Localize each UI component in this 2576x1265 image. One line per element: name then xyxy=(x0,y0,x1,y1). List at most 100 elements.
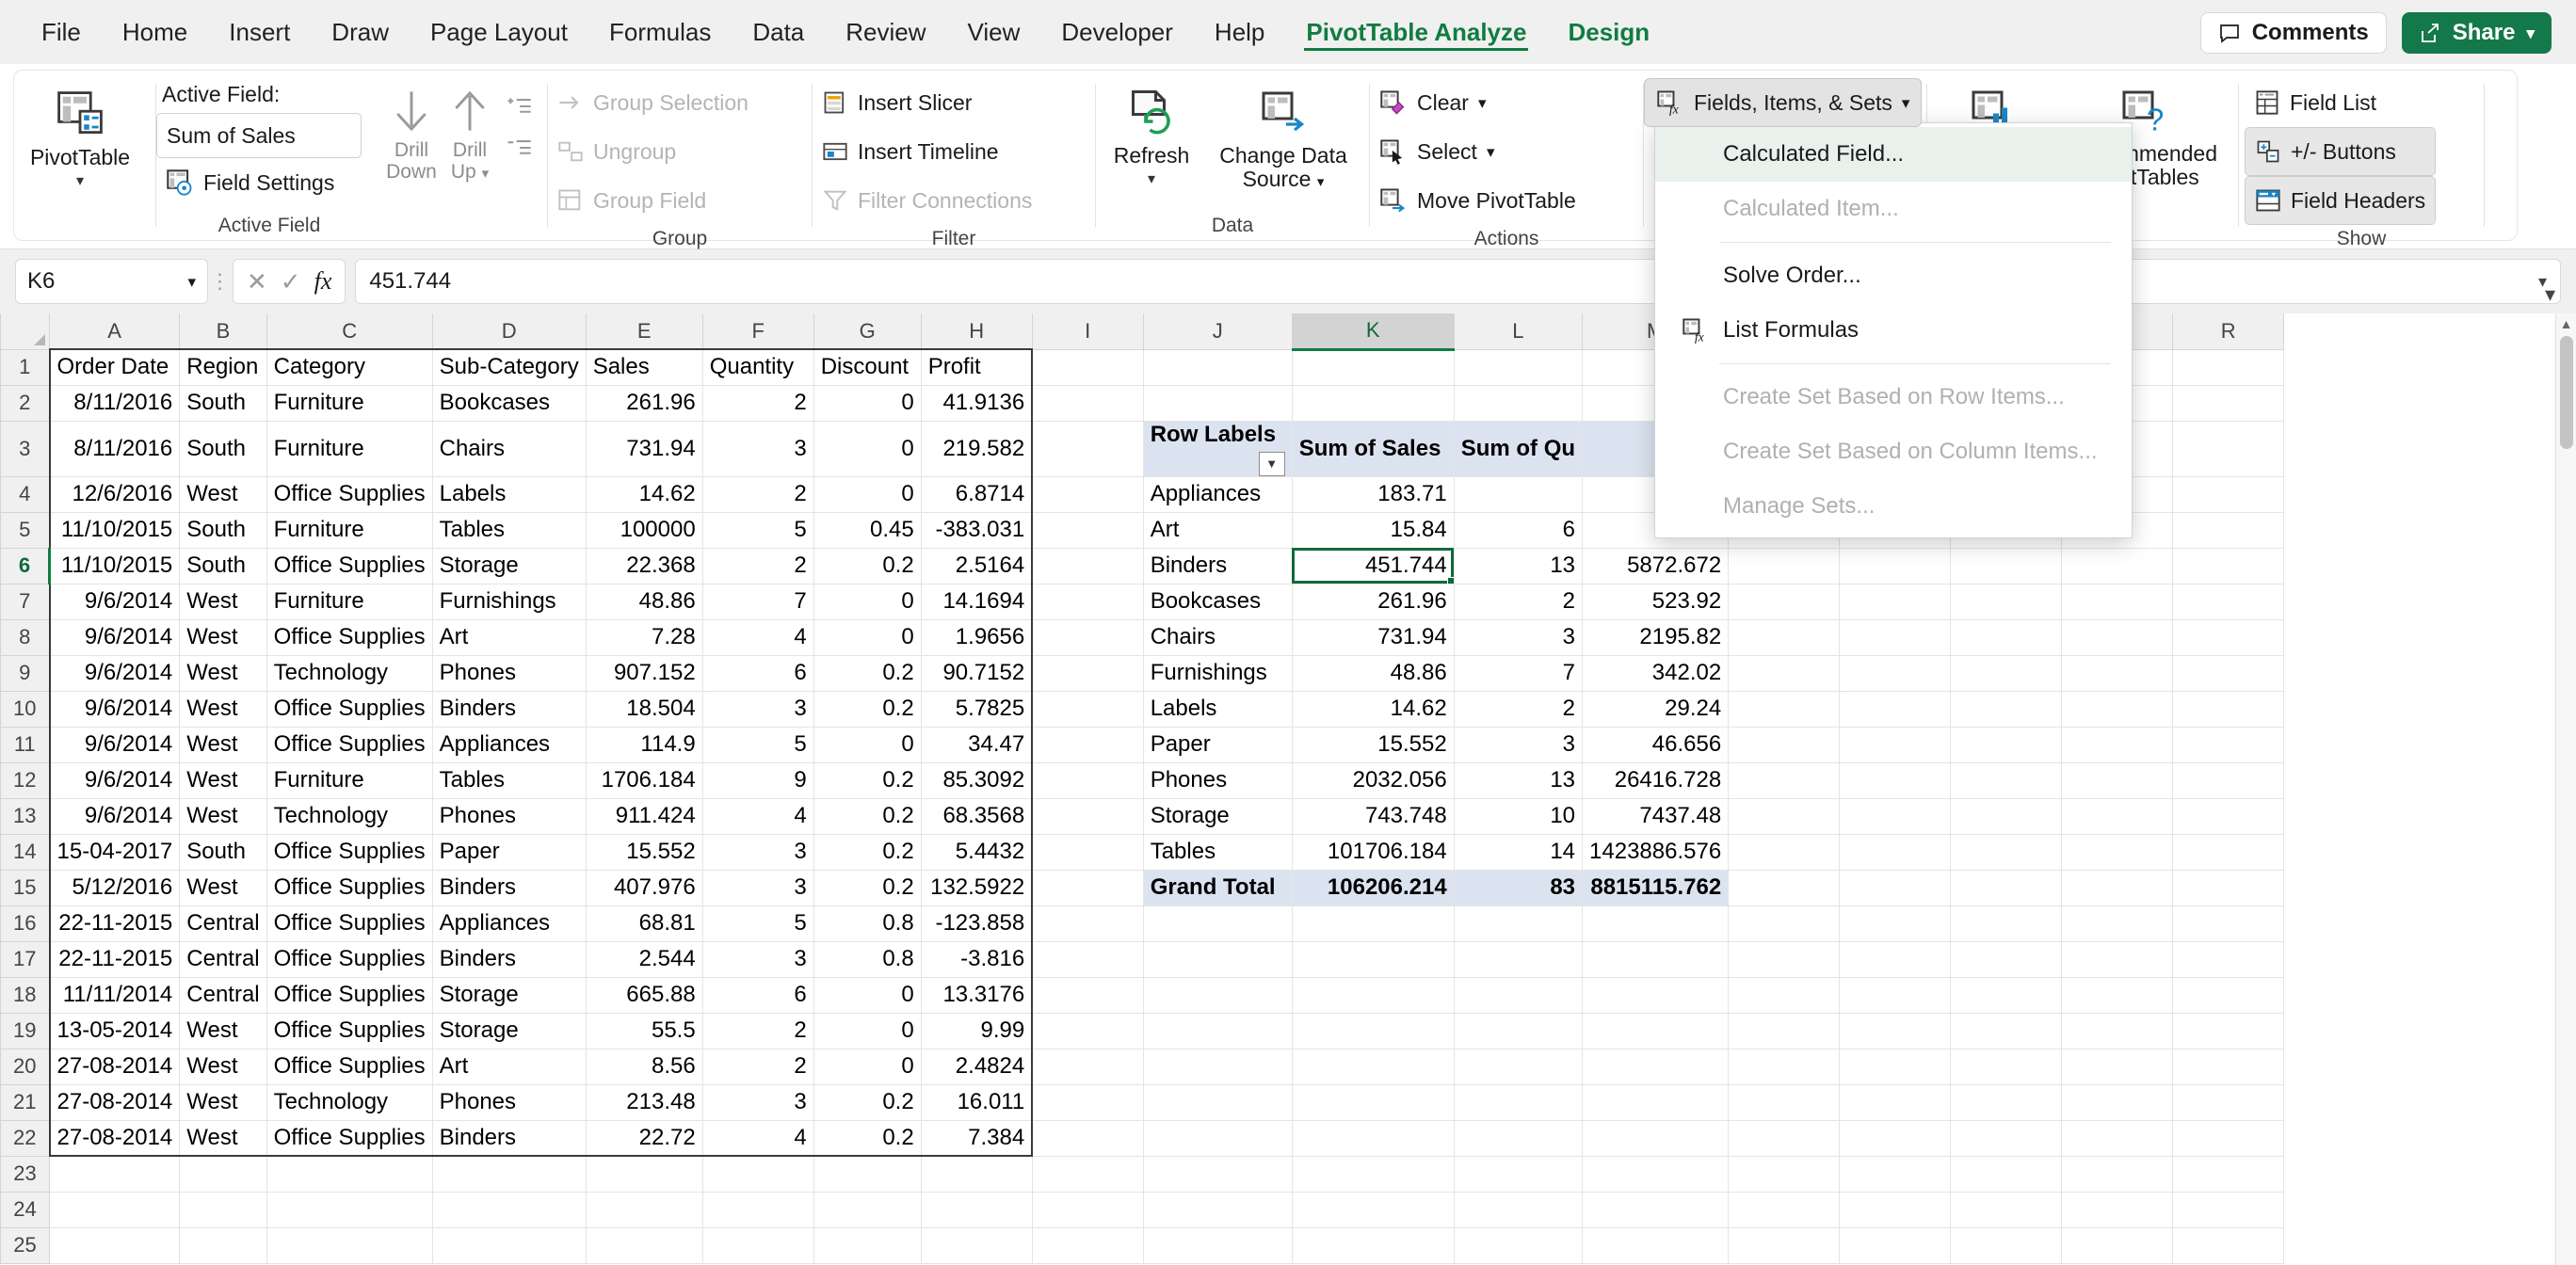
cell-M8[interactable]: 2195.82 xyxy=(1582,618,1730,656)
cell-K4[interactable]: 183.71 xyxy=(1291,475,1455,513)
cell-M12[interactable]: 26416.728 xyxy=(1582,761,1730,799)
cell-A2[interactable]: 8/11/2016 xyxy=(48,384,181,422)
cell-R13[interactable] xyxy=(2172,797,2285,835)
column-header-C[interactable]: C xyxy=(266,313,433,350)
cell-O21[interactable] xyxy=(1839,1083,1952,1121)
function-icon[interactable]: fx xyxy=(314,267,332,296)
cell-R2[interactable] xyxy=(2172,384,2285,422)
cell-F1[interactable]: Quantity xyxy=(701,348,814,386)
cell-F24[interactable] xyxy=(701,1191,814,1228)
cell-I8[interactable] xyxy=(1031,618,1144,656)
cell-G11[interactable]: 0 xyxy=(813,726,922,763)
cell-A9[interactable]: 9/6/2014 xyxy=(48,654,181,692)
cell-M20[interactable] xyxy=(1582,1048,1730,1085)
column-header-D[interactable]: D xyxy=(431,313,587,350)
cell-D18[interactable]: Storage xyxy=(431,976,587,1014)
cell-Q21[interactable] xyxy=(2061,1083,2174,1121)
select-all-corner[interactable] xyxy=(0,313,50,350)
cell-F17[interactable]: 3 xyxy=(701,940,814,978)
cell-P14[interactable] xyxy=(1950,833,2063,871)
cell-E13[interactable]: 911.424 xyxy=(585,797,703,835)
cell-K14[interactable]: 101706.184 xyxy=(1291,833,1455,871)
cell-G20[interactable]: 0 xyxy=(813,1048,922,1085)
cell-L10[interactable]: 2 xyxy=(1453,690,1584,728)
cell-F5[interactable]: 5 xyxy=(701,511,814,549)
cell-P9[interactable] xyxy=(1950,654,2063,692)
cell-G23[interactable] xyxy=(813,1155,922,1193)
cell-H15[interactable]: 132.5922 xyxy=(920,869,1034,906)
cell-H12[interactable]: 85.3092 xyxy=(920,761,1034,799)
cell-B17[interactable]: Central xyxy=(179,940,267,978)
cell-A16[interactable]: 22-11-2015 xyxy=(48,905,181,942)
cell-J1[interactable] xyxy=(1142,348,1293,386)
cell-H6[interactable]: 2.5164 xyxy=(920,547,1034,584)
cell-I24[interactable] xyxy=(1031,1191,1144,1228)
cell-B13[interactable]: West xyxy=(179,797,267,835)
cell-K2[interactable] xyxy=(1291,384,1455,422)
cell-P21[interactable] xyxy=(1950,1083,2063,1121)
formula-bar-handle[interactable]: ⋮ xyxy=(208,269,233,294)
cell-P16[interactable] xyxy=(1950,905,2063,942)
cell-C11[interactable]: Office Supplies xyxy=(266,726,433,763)
cell-H2[interactable]: 41.9136 xyxy=(920,384,1034,422)
cell-D8[interactable]: Art xyxy=(431,618,587,656)
cell-A25[interactable] xyxy=(48,1226,181,1264)
row-header-14[interactable]: 14 xyxy=(0,833,50,871)
cell-G24[interactable] xyxy=(813,1191,922,1228)
cell-I20[interactable] xyxy=(1031,1048,1144,1085)
field-list-button[interactable]: Field List xyxy=(2245,78,2436,127)
cell-L4[interactable] xyxy=(1453,475,1584,513)
cell-I1[interactable] xyxy=(1031,348,1144,386)
cell-C9[interactable]: Technology xyxy=(266,654,433,692)
cell-O11[interactable] xyxy=(1839,726,1952,763)
menu-item-list-formulas[interactable]: fx List Formulas xyxy=(1655,303,2132,358)
tab-help[interactable]: Help xyxy=(1194,8,1285,56)
cell-H8[interactable]: 1.9656 xyxy=(920,618,1034,656)
check-icon[interactable]: ✓ xyxy=(281,267,301,296)
cell-D1[interactable]: Sub-Category xyxy=(431,348,587,386)
cell-M9[interactable]: 342.02 xyxy=(1582,654,1730,692)
cell-N12[interactable] xyxy=(1728,761,1841,799)
cell-J12[interactable]: Phones xyxy=(1142,761,1293,799)
cell-I21[interactable] xyxy=(1031,1083,1144,1121)
cell-A18[interactable]: 11/11/2014 xyxy=(48,976,181,1014)
cell-F14[interactable]: 3 xyxy=(701,833,814,871)
column-header-J[interactable]: J xyxy=(1142,313,1293,350)
cell-K15[interactable]: 106206.214 xyxy=(1291,869,1455,906)
tab-formulas[interactable]: Formulas xyxy=(588,8,732,56)
cell-B25[interactable] xyxy=(179,1226,267,1264)
row-header-15[interactable]: 15 xyxy=(0,869,50,906)
cell-K24[interactable] xyxy=(1291,1191,1455,1228)
cell-K11[interactable]: 15.552 xyxy=(1291,726,1455,763)
cell-Q9[interactable] xyxy=(2061,654,2174,692)
cell-C17[interactable]: Office Supplies xyxy=(266,940,433,978)
formula-input[interactable]: 451.744 ▾ xyxy=(355,259,2561,304)
cell-A24[interactable] xyxy=(48,1191,181,1228)
row-header-9[interactable]: 9 xyxy=(0,654,50,692)
cell-H20[interactable]: 2.4824 xyxy=(920,1048,1034,1085)
cell-K23[interactable] xyxy=(1291,1155,1455,1193)
tab-pivottable-analyze[interactable]: PivotTable Analyze xyxy=(1285,8,1547,56)
cell-I11[interactable] xyxy=(1031,726,1144,763)
cell-K7[interactable]: 261.96 xyxy=(1291,583,1455,620)
tab-developer[interactable]: Developer xyxy=(1040,8,1194,56)
cell-D12[interactable]: Tables xyxy=(431,761,587,799)
cell-B12[interactable]: West xyxy=(179,761,267,799)
cell-Q16[interactable] xyxy=(2061,905,2174,942)
cell-C4[interactable]: Office Supplies xyxy=(266,475,433,513)
cell-I16[interactable] xyxy=(1031,905,1144,942)
cell-M6[interactable]: 5872.672 xyxy=(1582,547,1730,584)
cell-D23[interactable] xyxy=(431,1155,587,1193)
name-box[interactable]: K6 ▾ xyxy=(15,259,208,304)
cell-C13[interactable]: Technology xyxy=(266,797,433,835)
cell-F23[interactable] xyxy=(701,1155,814,1193)
cell-C23[interactable] xyxy=(266,1155,433,1193)
cell-K25[interactable] xyxy=(1291,1226,1455,1264)
cell-M21[interactable] xyxy=(1582,1083,1730,1121)
cell-K21[interactable] xyxy=(1291,1083,1455,1121)
cell-L21[interactable] xyxy=(1453,1083,1584,1121)
cell-F6[interactable]: 2 xyxy=(701,547,814,584)
cell-R4[interactable] xyxy=(2172,475,2285,513)
cell-F15[interactable]: 3 xyxy=(701,869,814,906)
cell-O7[interactable] xyxy=(1839,583,1952,620)
